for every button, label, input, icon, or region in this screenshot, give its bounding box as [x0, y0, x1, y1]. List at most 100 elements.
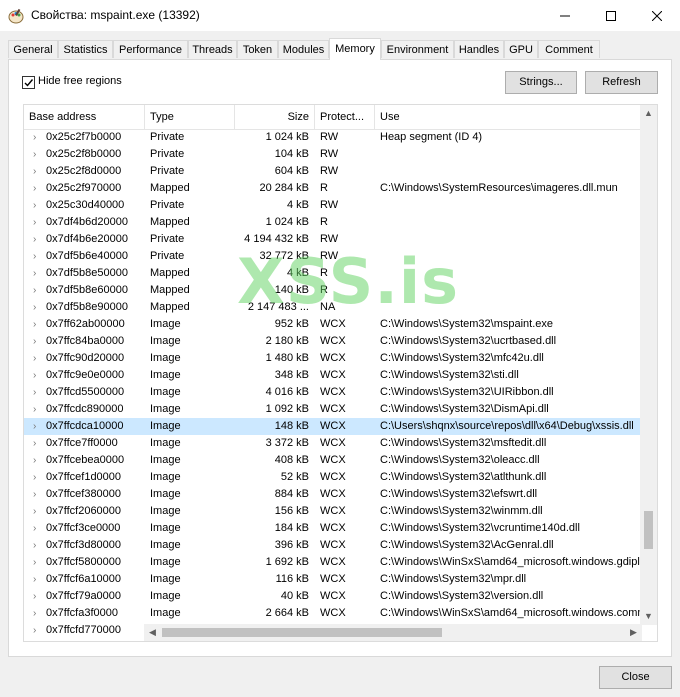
- table-row[interactable]: › 0x25c2f8d0000 Private 604 kB RW: [24, 163, 643, 180]
- tab-general[interactable]: General: [8, 40, 58, 58]
- expand-chevron-icon[interactable]: ›: [33, 350, 36, 367]
- table-row[interactable]: › 0x7ffcf2060000 Image 156 kB WCX C:\Windows\…: [24, 503, 643, 520]
- table-row[interactable]: › 0x7df4b6d20000 Mapped 1 024 kB R: [24, 214, 643, 231]
- expand-chevron-icon[interactable]: ›: [33, 129, 36, 146]
- column-type[interactable]: Type: [145, 105, 235, 129]
- cell-use: C:\Windows\System32\efswrt.dll: [380, 488, 538, 500]
- table-row[interactable]: › 0x7ffcf5800000 Image 1 692 kB WCX C:\Window…: [24, 554, 643, 571]
- table-row[interactable]: › 0x7ffcd5500000 Image 4 016 kB WCX C:\Window…: [24, 384, 643, 401]
- tab-comment[interactable]: Comment: [538, 40, 600, 58]
- column-use[interactable]: Use: [375, 105, 643, 129]
- expand-chevron-icon[interactable]: ›: [33, 231, 36, 248]
- column-protection[interactable]: Protect...: [315, 105, 375, 129]
- tab-token[interactable]: Token: [237, 40, 278, 58]
- expand-chevron-icon[interactable]: ›: [33, 452, 36, 469]
- expand-chevron-icon[interactable]: ›: [33, 299, 36, 316]
- expand-chevron-icon[interactable]: ›: [33, 622, 36, 639]
- table-row[interactable]: › 0x7ffcebea0000 Image 408 kB WCX C:\Windows\…: [24, 452, 643, 469]
- expand-chevron-icon[interactable]: ›: [33, 418, 36, 435]
- table-row[interactable]: › 0x7df5b8e60000 Mapped 140 kB R: [24, 282, 643, 299]
- tab-memory[interactable]: Memory: [329, 38, 381, 60]
- close-window-button[interactable]: [634, 0, 680, 31]
- maximize-button[interactable]: [588, 0, 634, 31]
- tab-gpu[interactable]: GPU: [504, 40, 538, 58]
- cell-base-address: 0x7ffcfd770000: [46, 624, 122, 636]
- expand-chevron-icon[interactable]: ›: [33, 146, 36, 163]
- table-row[interactable]: › 0x7ffce7ff0000 Image 3 372 kB WCX C:\Window…: [24, 435, 643, 452]
- expand-chevron-icon[interactable]: ›: [33, 163, 36, 180]
- expand-chevron-icon[interactable]: ›: [33, 520, 36, 537]
- table-row[interactable]: › 0x7ffc9e0e0000 Image 348 kB WCX C:\Windows\…: [24, 367, 643, 384]
- expand-chevron-icon[interactable]: ›: [33, 503, 36, 520]
- hide-free-regions-label[interactable]: Hide free regions: [38, 75, 122, 87]
- expand-chevron-icon[interactable]: ›: [33, 367, 36, 384]
- expand-chevron-icon[interactable]: ›: [33, 435, 36, 452]
- expand-chevron-icon[interactable]: ›: [33, 180, 36, 197]
- table-row[interactable]: › 0x25c2f7b0000 Private 1 024 kB RW Heap segm…: [24, 129, 643, 146]
- table-row[interactable]: › 0x7ffcfa3f0000 Image 2 664 kB WCX C:\Window…: [24, 605, 643, 622]
- scroll-right-icon[interactable]: ▶: [625, 624, 642, 641]
- expand-chevron-icon[interactable]: ›: [33, 384, 36, 401]
- table-row[interactable]: › 0x7df5b8e90000 Mapped 2 147 483 ... NA: [24, 299, 643, 316]
- expand-chevron-icon[interactable]: ›: [33, 469, 36, 486]
- table-row[interactable]: › 0x7df5b6e40000 Private 32 772 kB RW: [24, 248, 643, 265]
- table-row[interactable]: › 0x7df4b6e20000 Private 4 194 432 kB RW: [24, 231, 643, 248]
- table-row[interactable]: › 0x7ffcf3ce0000 Image 184 kB WCX C:\Windows\…: [24, 520, 643, 537]
- strings-button[interactable]: Strings...: [505, 71, 577, 94]
- horizontal-scroll-thumb[interactable]: [162, 628, 442, 637]
- scroll-down-icon[interactable]: ▼: [640, 608, 657, 625]
- table-row[interactable]: › 0x7ffc90d20000 Image 1 480 kB WCX C:\Window…: [24, 350, 643, 367]
- table-row[interactable]: › 0x7ffcf6a10000 Image 116 kB WCX C:\Windows\…: [24, 571, 643, 588]
- table-row[interactable]: › 0x7ffcdca10000 Image 148 kB WCX C:\Users\sh…: [24, 418, 643, 435]
- expand-chevron-icon[interactable]: ›: [33, 265, 36, 282]
- minimize-button[interactable]: [542, 0, 588, 31]
- expand-chevron-icon[interactable]: ›: [33, 588, 36, 605]
- cell-use: C:\Windows\WinSxS\amd64_microsoft.window…: [380, 556, 642, 568]
- expand-chevron-icon[interactable]: ›: [33, 248, 36, 265]
- expand-chevron-icon[interactable]: ›: [33, 554, 36, 571]
- tab-threads[interactable]: Threads: [188, 40, 237, 58]
- cell-protection: R: [320, 182, 328, 194]
- column-size[interactable]: Size: [235, 105, 315, 129]
- table-row[interactable]: › 0x7ffcdc890000 Image 1 092 kB WCX C:\Window…: [24, 401, 643, 418]
- table-row[interactable]: › 0x7ffcf3d80000 Image 396 kB WCX C:\Windows\…: [24, 537, 643, 554]
- expand-chevron-icon[interactable]: ›: [33, 605, 36, 622]
- table-row[interactable]: › 0x7ffcef1d0000 Image 52 kB WCX C:\Windows\S…: [24, 469, 643, 486]
- refresh-button[interactable]: Refresh: [585, 71, 658, 94]
- expand-chevron-icon[interactable]: ›: [33, 486, 36, 503]
- tab-statistics[interactable]: Statistics: [58, 40, 113, 58]
- vertical-scrollbar[interactable]: ▲ ▼: [640, 105, 657, 625]
- tab-performance[interactable]: Performance: [113, 40, 188, 58]
- horizontal-scrollbar[interactable]: ◀ ▶: [144, 624, 642, 641]
- table-row[interactable]: › 0x7ffcf79a0000 Image 40 kB WCX C:\Windows\S…: [24, 588, 643, 605]
- expand-chevron-icon[interactable]: ›: [33, 316, 36, 333]
- table-row[interactable]: › 0x7ffcef380000 Image 884 kB WCX C:\Windows\…: [24, 486, 643, 503]
- expand-chevron-icon[interactable]: ›: [33, 197, 36, 214]
- cell-base-address: 0x7ffcf79a0000: [46, 590, 122, 602]
- scroll-left-icon[interactable]: ◀: [144, 624, 161, 641]
- table-row[interactable]: › 0x25c2f8b0000 Private 104 kB RW: [24, 146, 643, 163]
- expand-chevron-icon[interactable]: ›: [33, 333, 36, 350]
- close-button[interactable]: Close: [599, 666, 672, 689]
- expand-chevron-icon[interactable]: ›: [33, 282, 36, 299]
- cell-use: C:\Windows\System32\winmm.dll: [380, 505, 543, 517]
- expand-chevron-icon[interactable]: ›: [33, 537, 36, 554]
- maximize-icon: [606, 10, 616, 21]
- expand-chevron-icon[interactable]: ›: [33, 571, 36, 588]
- table-row[interactable]: › 0x25c30d40000 Private 4 kB RW: [24, 197, 643, 214]
- scroll-up-icon[interactable]: ▲: [640, 105, 657, 122]
- expand-chevron-icon[interactable]: ›: [33, 401, 36, 418]
- tab-environment[interactable]: Environment: [381, 40, 454, 58]
- tab-modules[interactable]: Modules: [278, 40, 329, 58]
- memory-regions-list[interactable]: Base address Type Size Protect... Use › 0…: [23, 104, 658, 642]
- expand-chevron-icon[interactable]: ›: [33, 214, 36, 231]
- tab-handles[interactable]: Handles: [454, 40, 504, 58]
- cell-use: C:\Windows\System32\mfc42u.dll: [380, 352, 544, 364]
- table-row[interactable]: › 0x25c2f970000 Mapped 20 284 kB R C:\Windows…: [24, 180, 643, 197]
- table-row[interactable]: › 0x7ffc84ba0000 Image 2 180 kB WCX C:\Window…: [24, 333, 643, 350]
- column-base-address[interactable]: Base address: [24, 105, 145, 129]
- vertical-scroll-thumb[interactable]: [644, 511, 653, 549]
- hide-free-regions-checkbox[interactable]: [22, 76, 35, 89]
- table-row[interactable]: › 0x7df5b8e50000 Mapped 4 kB R: [24, 265, 643, 282]
- table-row[interactable]: › 0x7ff62ab00000 Image 952 kB WCX C:\Windows\…: [24, 316, 643, 333]
